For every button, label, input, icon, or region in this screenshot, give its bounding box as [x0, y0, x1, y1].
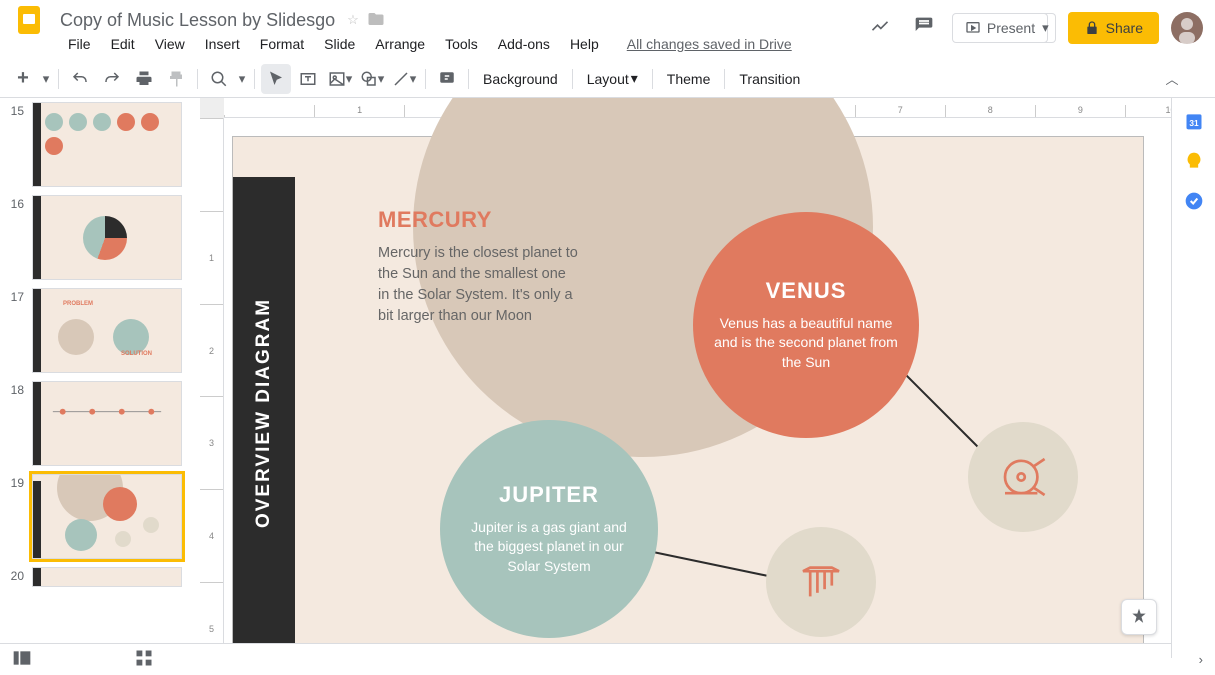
menu-file[interactable]: File: [60, 34, 99, 54]
share-button[interactable]: Share: [1068, 12, 1159, 44]
calendar-icon[interactable]: 31: [1183, 110, 1205, 132]
zoom-dropdown[interactable]: ▾: [236, 64, 248, 94]
doc-title[interactable]: Copy of Music Lesson by Slidesgo: [60, 10, 335, 31]
venus-circle[interactable]: VENUS Venus has a beautiful name and is …: [693, 212, 919, 438]
menu-insert[interactable]: Insert: [197, 34, 248, 54]
tasks-icon[interactable]: [1183, 190, 1205, 212]
background-button[interactable]: Background: [475, 67, 566, 91]
activity-icon[interactable]: [864, 10, 896, 45]
image-tool[interactable]: ▾: [325, 64, 355, 94]
select-tool[interactable]: [261, 64, 291, 94]
jupiter-body: Jupiter is a gas giant and the biggest p…: [460, 518, 638, 577]
drum-icon: [996, 450, 1050, 504]
new-slide-dropdown[interactable]: ▾: [40, 64, 52, 94]
layout-button[interactable]: Layout▾: [579, 66, 646, 91]
chimes-icon: [794, 555, 848, 609]
shape-tool[interactable]: ▾: [357, 64, 387, 94]
thumb-num: 20: [8, 567, 24, 583]
undo-button[interactable]: [65, 64, 95, 94]
print-button[interactable]: [129, 64, 159, 94]
menu-addons[interactable]: Add-ons: [490, 34, 558, 54]
venus-title: VENUS: [766, 278, 847, 304]
star-icon[interactable]: ☆: [347, 12, 359, 28]
new-slide-button[interactable]: +: [8, 64, 38, 94]
side-panel: 31: [1171, 98, 1215, 658]
share-label: Share: [1106, 20, 1143, 36]
thumb-19[interactable]: [32, 474, 182, 559]
menu-arrange[interactable]: Arrange: [367, 34, 433, 54]
canvas-area[interactable]: 12345678910 12345 OVERVIEW DIAGRAM MERCU…: [200, 98, 1215, 675]
thumb-num: 17: [8, 288, 24, 304]
filmstrip-view-button[interactable]: [12, 648, 32, 671]
ruler-vertical: 12345: [200, 118, 224, 675]
thumb-15[interactable]: [32, 102, 182, 187]
small-circle-chimes[interactable]: [766, 527, 876, 637]
theme-button[interactable]: Theme: [659, 67, 719, 91]
line-tool[interactable]: ▾: [389, 64, 419, 94]
slide-sidebar-label: OVERVIEW DIAGRAM: [253, 297, 275, 527]
comment-button[interactable]: [432, 64, 462, 94]
mercury-text[interactable]: MERCURY Mercury is the closest planet to…: [378, 207, 578, 327]
thumb-16[interactable]: [32, 195, 182, 280]
thumb-num: 16: [8, 195, 24, 211]
small-circle-drum[interactable]: [968, 422, 1078, 532]
present-dropdown[interactable]: ▾: [1036, 13, 1056, 43]
zoom-button[interactable]: [204, 64, 234, 94]
slides-logo-icon[interactable]: [12, 2, 48, 38]
layout-label: Layout: [587, 71, 629, 87]
thumb-18[interactable]: [32, 381, 182, 466]
present-label: Present: [987, 20, 1035, 36]
avatar[interactable]: [1171, 12, 1203, 44]
comments-icon[interactable]: [908, 10, 940, 45]
jupiter-title: JUPITER: [499, 482, 599, 508]
jupiter-circle[interactable]: JUPITER Jupiter is a gas giant and the b…: [440, 420, 658, 638]
menu-edit[interactable]: Edit: [103, 34, 143, 54]
menu-format[interactable]: Format: [252, 34, 312, 54]
present-button[interactable]: Present: [952, 13, 1048, 43]
grid-view-button[interactable]: [134, 648, 154, 671]
thumb-20[interactable]: [32, 567, 182, 587]
menu-help[interactable]: Help: [562, 34, 607, 54]
save-status[interactable]: All changes saved in Drive: [627, 36, 792, 52]
venus-body: Venus has a beautiful name and is the se…: [713, 314, 899, 373]
menu-tools[interactable]: Tools: [437, 34, 486, 54]
collapse-toolbar-button[interactable]: ︿: [1157, 64, 1187, 94]
explore-button[interactable]: [1121, 599, 1157, 635]
svg-text:31: 31: [1189, 118, 1199, 128]
statusbar: [0, 643, 1171, 675]
slide-canvas[interactable]: OVERVIEW DIAGRAM MERCURY Mercury is the …: [232, 136, 1144, 649]
textbox-tool[interactable]: [293, 64, 323, 94]
slide-sidebar: OVERVIEW DIAGRAM: [233, 177, 295, 648]
folder-icon[interactable]: [367, 10, 385, 31]
redo-button[interactable]: [97, 64, 127, 94]
menu-view[interactable]: View: [147, 34, 193, 54]
thumb-17[interactable]: PROBLEMSOLUTION: [32, 288, 182, 373]
filmstrip[interactable]: 15 16 17 PROBLEMSOLUTION 18 19 20: [0, 98, 200, 675]
thumb-num: 19: [8, 474, 24, 490]
thumb-num: 15: [8, 102, 24, 118]
thumb-num: 18: [8, 381, 24, 397]
paint-format-button[interactable]: [161, 64, 191, 94]
expand-rail-button[interactable]: ›: [1199, 652, 1203, 667]
transition-button[interactable]: Transition: [731, 67, 808, 91]
menu-slide[interactable]: Slide: [316, 34, 363, 54]
mercury-title: MERCURY: [378, 207, 578, 233]
keep-icon[interactable]: [1183, 150, 1205, 172]
mercury-body: Mercury is the closest planet to the Sun…: [378, 243, 578, 327]
